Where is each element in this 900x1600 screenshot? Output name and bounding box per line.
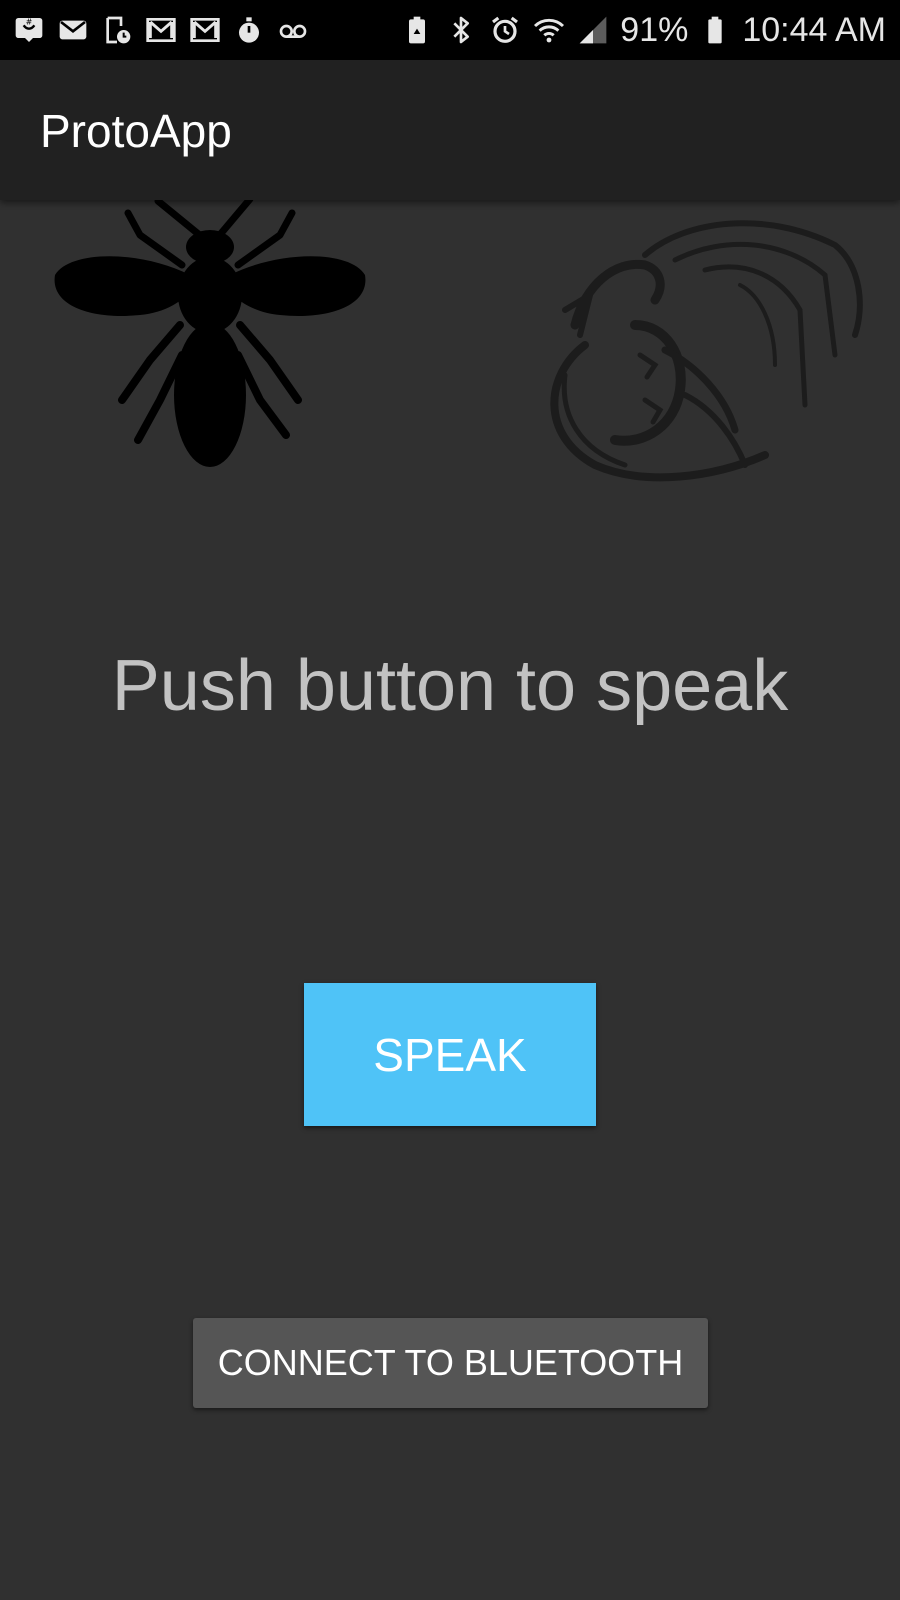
calendar-reminder-icon [100,13,134,47]
messaging-icon: # [12,13,46,47]
voicemail-icon [276,13,310,47]
gmail-icon [144,13,178,47]
speak-prompt: Push button to speak [111,646,789,726]
bluetooth-icon [444,13,478,47]
email-icon [56,13,90,47]
system-icons: 91% 10:44 AM [400,10,886,50]
speak-button[interactable]: SPEAK [304,983,596,1126]
stopwatch-icon [232,13,266,47]
bee-icon [50,195,370,475]
screen: # 91% 10:44 AM ProtoApp Push button to s… [0,0,900,1600]
battery-percentage: 91% [620,10,689,49]
app-title: ProtoApp [40,105,232,157]
battery-icon [698,13,732,47]
alarm-icon [488,13,522,47]
svg-text:#: # [26,18,33,27]
gmail-icon [188,13,222,47]
dragon-icon [535,215,870,490]
connect-bluetooth-button[interactable]: CONNECT TO BLUETOOTH [193,1318,708,1408]
battery-saver-icon [400,13,434,47]
status-bar: # 91% 10:44 AM [0,0,900,60]
status-clock: 10:44 AM [742,10,886,49]
app-bar: ProtoApp [0,60,900,200]
signal-icon [576,13,610,47]
notification-icons: # [12,12,310,48]
wifi-icon [532,13,566,47]
